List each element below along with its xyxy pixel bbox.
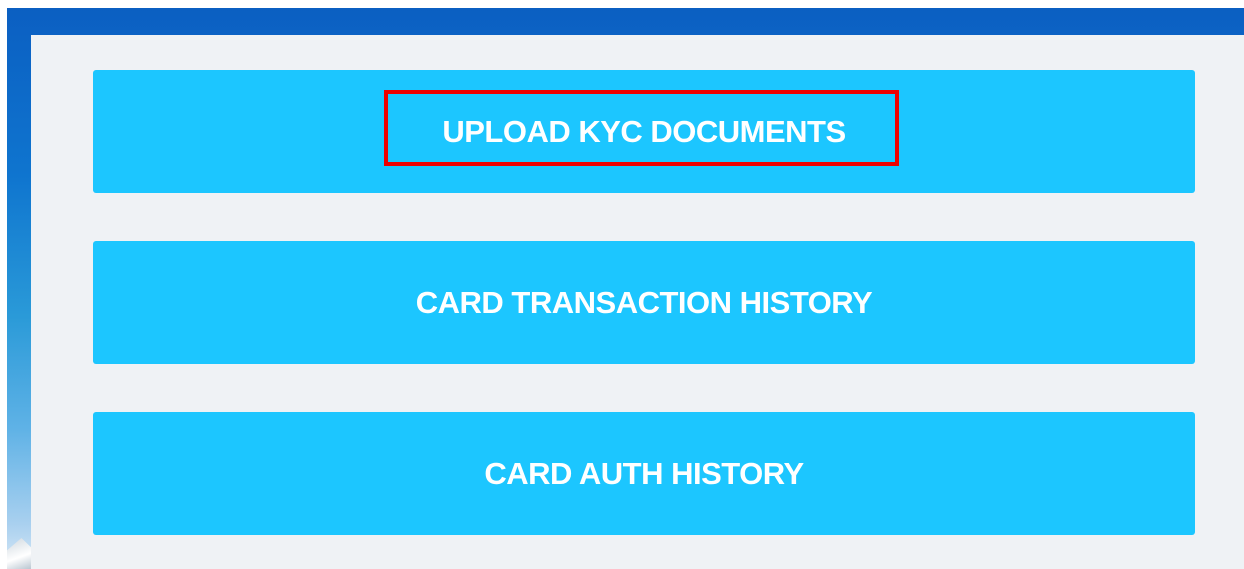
card-transaction-history-button[interactable]: CARD TRANSACTION HISTORY: [93, 241, 1195, 364]
card-auth-history-label: CARD AUTH HISTORY: [484, 455, 804, 491]
upload-kyc-documents-label: UPLOAD KYC DOCUMENTS: [442, 113, 846, 149]
upload-kyc-documents-button[interactable]: UPLOAD KYC DOCUMENTS: [93, 70, 1195, 193]
card-transaction-history-label: CARD TRANSACTION HISTORY: [415, 284, 873, 320]
card-auth-history-button[interactable]: CARD AUTH HISTORY: [93, 412, 1195, 535]
